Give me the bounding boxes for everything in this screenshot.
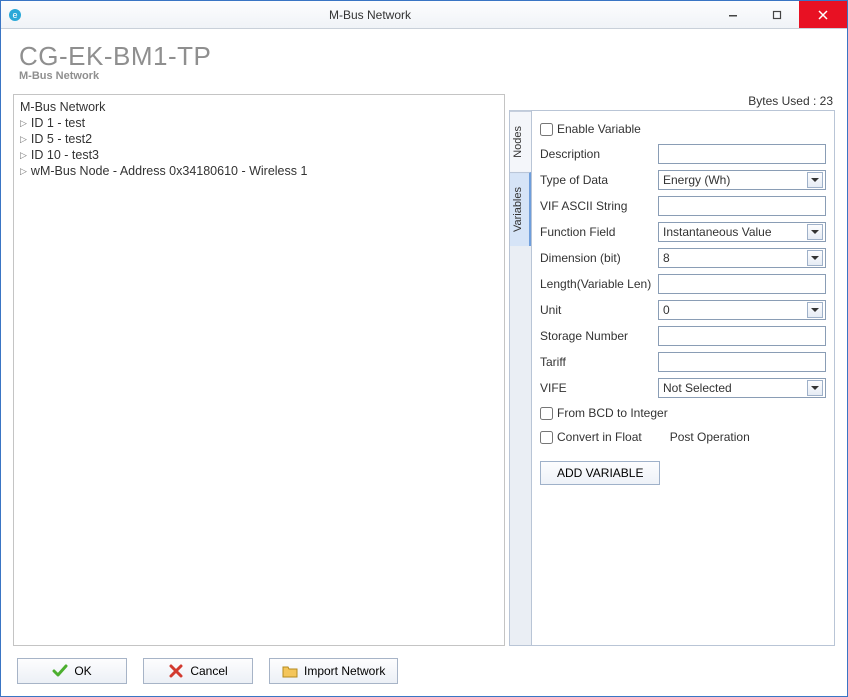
- post-operation-label: Post Operation: [670, 430, 750, 444]
- svg-text:e: e: [12, 10, 17, 20]
- side-tabs: Nodes Variables: [510, 111, 532, 645]
- dimension-label: Dimension (bit): [540, 251, 658, 265]
- function-field-label: Function Field: [540, 225, 658, 239]
- footer: OK Cancel Import Network: [1, 650, 847, 696]
- add-variable-button[interactable]: ADD VARIABLE: [540, 461, 660, 485]
- type-of-data-select[interactable]: Energy (Wh): [658, 170, 826, 190]
- folder-icon: [282, 663, 298, 679]
- enable-variable-label: Enable Variable: [557, 122, 641, 136]
- enable-variable-checkbox[interactable]: [540, 123, 553, 136]
- tree-root-label[interactable]: M-Bus Network: [20, 99, 498, 115]
- bytes-used-label: Bytes Used : 23: [509, 94, 835, 110]
- chevron-down-icon: [807, 250, 823, 266]
- function-field-value: Instantaneous Value: [663, 225, 807, 239]
- description-label: Description: [540, 147, 658, 161]
- window-controls: [711, 1, 847, 28]
- tree-item[interactable]: ID 1 - test: [20, 115, 498, 131]
- ok-label: OK: [74, 664, 91, 678]
- convert-float-label: Convert in Float: [557, 430, 642, 444]
- chevron-down-icon: [807, 302, 823, 318]
- storage-number-label: Storage Number: [540, 329, 658, 343]
- tariff-label: Tariff: [540, 355, 658, 369]
- dimension-select[interactable]: 8: [658, 248, 826, 268]
- function-field-select[interactable]: Instantaneous Value: [658, 222, 826, 242]
- minimize-button[interactable]: [711, 1, 755, 28]
- description-input[interactable]: [658, 144, 826, 164]
- from-bcd-label: From BCD to Integer: [557, 406, 668, 420]
- unit-label: Unit: [540, 303, 658, 317]
- main-body: M-Bus Network ID 1 - test ID 5 - test2 I…: [1, 88, 847, 650]
- app-window: e M-Bus Network CG-EK-BM1-TP M-Bus Netwo…: [0, 0, 848, 697]
- chevron-down-icon: [807, 380, 823, 396]
- chevron-down-icon: [807, 224, 823, 240]
- unit-select[interactable]: 0: [658, 300, 826, 320]
- ok-button[interactable]: OK: [17, 658, 127, 684]
- storage-number-input[interactable]: [658, 326, 826, 346]
- type-of-data-label: Type of Data: [540, 173, 658, 187]
- app-icon: e: [7, 7, 23, 23]
- window-title: M-Bus Network: [29, 8, 711, 22]
- tariff-input[interactable]: [658, 352, 826, 372]
- import-network-label: Import Network: [304, 664, 385, 678]
- import-network-button[interactable]: Import Network: [269, 658, 398, 684]
- from-bcd-checkbox[interactable]: [540, 407, 553, 420]
- type-of-data-value: Energy (Wh): [663, 173, 807, 187]
- dimension-value: 8: [663, 251, 807, 265]
- chevron-down-icon: [807, 172, 823, 188]
- tab-nodes[interactable]: Nodes: [510, 111, 531, 172]
- maximize-button[interactable]: [755, 1, 799, 28]
- check-icon: [52, 663, 68, 679]
- vife-value: Not Selected: [663, 381, 807, 395]
- close-button[interactable]: [799, 1, 847, 28]
- vif-ascii-input[interactable]: [658, 196, 826, 216]
- length-label: Length(Variable Len): [540, 277, 658, 291]
- page-header: CG-EK-BM1-TP M-Bus Network: [1, 29, 847, 88]
- convert-float-checkbox[interactable]: [540, 431, 553, 444]
- cancel-label: Cancel: [190, 664, 227, 678]
- cross-icon: [168, 663, 184, 679]
- tab-variables[interactable]: Variables: [510, 172, 531, 246]
- length-input[interactable]: [658, 274, 826, 294]
- page-title: CG-EK-BM1-TP: [19, 41, 829, 72]
- vife-label: VIFE: [540, 381, 658, 395]
- tree-panel[interactable]: M-Bus Network ID 1 - test ID 5 - test2 I…: [13, 94, 505, 646]
- side-tab-container: Nodes Variables Enable Variable Descript…: [509, 110, 835, 646]
- vife-select[interactable]: Not Selected: [658, 378, 826, 398]
- variable-form: Enable Variable Description Type of Data…: [532, 111, 834, 645]
- tree-item[interactable]: wM-Bus Node - Address 0x34180610 - Wirel…: [20, 163, 498, 179]
- right-column: Bytes Used : 23 Nodes Variables Enable V…: [509, 94, 835, 646]
- tree-item[interactable]: ID 10 - test3: [20, 147, 498, 163]
- vif-ascii-label: VIF ASCII String: [540, 199, 658, 213]
- titlebar: e M-Bus Network: [1, 1, 847, 29]
- tree-item[interactable]: ID 5 - test2: [20, 131, 498, 147]
- unit-value: 0: [663, 303, 807, 317]
- cancel-button[interactable]: Cancel: [143, 658, 253, 684]
